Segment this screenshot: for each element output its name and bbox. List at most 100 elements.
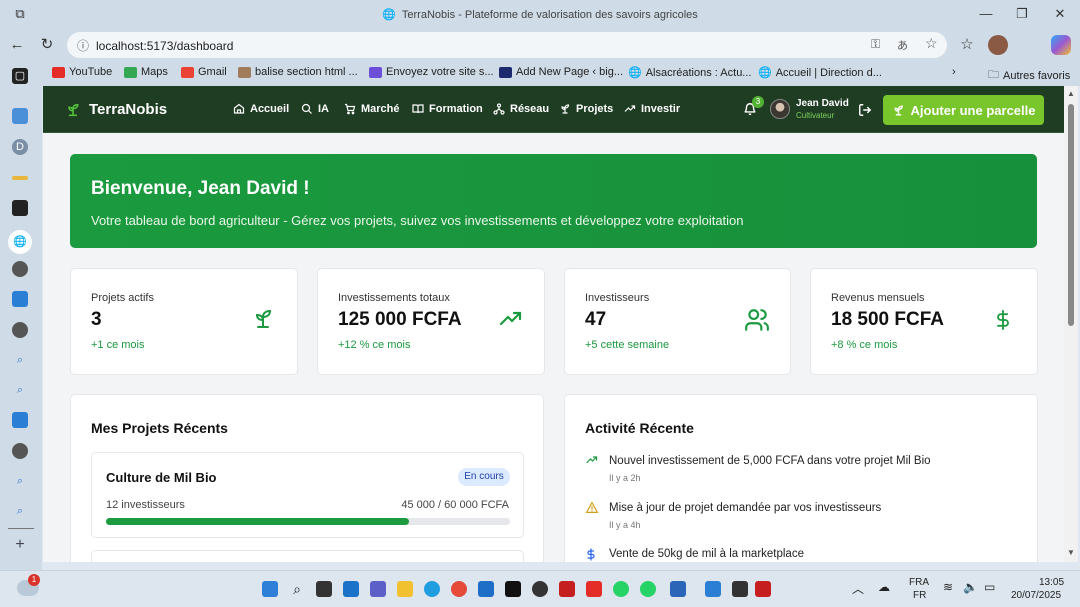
globe-icon: 🌐 xyxy=(382,9,396,21)
site-info-icon[interactable]: ⓘ xyxy=(77,37,89,54)
brand-logo[interactable]: TerraNobis xyxy=(65,101,167,118)
terminal-icon[interactable] xyxy=(12,200,28,216)
add-icon[interactable]: + xyxy=(12,537,28,553)
task-view-icon[interactable] xyxy=(316,581,332,597)
favorites-icon[interactable]: ☆ xyxy=(958,36,976,54)
netflix-icon[interactable] xyxy=(559,581,575,597)
terminal-icon[interactable] xyxy=(732,581,748,597)
search-icon[interactable]: ⌕ xyxy=(289,581,305,597)
back-icon[interactable]: ← xyxy=(8,36,26,54)
tabs-icon[interactable]: ▢ xyxy=(12,68,28,84)
whatsapp-icon[interactable] xyxy=(613,581,629,597)
search-icon[interactable]: ⌕ xyxy=(12,503,28,519)
clock-date[interactable]: 20/07/2025 xyxy=(1011,590,1061,601)
scrollbar-thumb[interactable] xyxy=(1068,104,1074,326)
edge-icon[interactable] xyxy=(424,581,440,597)
trending-up-icon xyxy=(499,311,522,326)
activity-time: Il y a 2h xyxy=(609,473,641,483)
outlook-icon[interactable] xyxy=(343,581,359,597)
copilot-icon[interactable] xyxy=(1051,35,1071,55)
drive-icon[interactable] xyxy=(12,108,28,124)
activity-text: Mise à jour de projet demandée par vos i… xyxy=(609,502,882,514)
project-card[interactable] xyxy=(91,550,524,562)
teams-icon[interactable] xyxy=(370,581,386,597)
project-name: Culture de Mil Bio xyxy=(106,470,217,485)
user-avatar[interactable] xyxy=(770,99,790,119)
chatgpt-icon[interactable] xyxy=(532,581,548,597)
nav-projets[interactable]: Projets xyxy=(559,103,613,115)
nav-reseau[interactable]: Réseau xyxy=(493,103,549,115)
divider xyxy=(8,528,34,529)
bookmark-add-new-page[interactable]: Add New Page ‹ big... xyxy=(499,66,623,78)
search-icon[interactable]: ⌕ xyxy=(12,473,28,489)
bookmark-youtube[interactable]: YouTube xyxy=(52,66,112,78)
nav-investir[interactable]: Investir xyxy=(624,103,680,115)
keyboard-layout[interactable]: FR xyxy=(913,590,926,601)
project-card[interactable]: Culture de Mil Bio En cours 12 investiss… xyxy=(91,452,524,538)
recent-activity-panel: Activité Récente Nouvel investissement d… xyxy=(564,394,1038,562)
logout-icon[interactable] xyxy=(858,103,872,117)
nav-formation[interactable]: Formation xyxy=(412,103,483,115)
vscode-icon[interactable] xyxy=(12,291,28,307)
address-bar[interactable]: ⓘ localhost:5173/dashboard ⚿ あ ☆ xyxy=(67,32,947,58)
minimize-button[interactable]: — xyxy=(978,6,994,22)
wifi-icon[interactable]: ≋ xyxy=(943,580,953,594)
stat-value: 18 500 FCFA xyxy=(831,309,944,330)
stat-card-investors: Investisseurs 47 +5 cette semaine xyxy=(564,268,791,375)
github-icon[interactable] xyxy=(12,443,28,459)
page-scrollbar[interactable]: ▲ ▼ xyxy=(1064,86,1078,562)
file-explorer-icon[interactable] xyxy=(397,581,413,597)
close-window-button[interactable]: ✕ xyxy=(1052,6,1068,22)
app-icon[interactable] xyxy=(670,581,686,597)
mcafee-icon[interactable] xyxy=(755,581,771,597)
add-parcel-button[interactable]: Ajouter une parcelle xyxy=(883,95,1044,125)
bookmark-other-favorites[interactable]: 🗀 Autres favoris xyxy=(988,66,1070,85)
bookmark-alsacreations[interactable]: 🌐 Alsacréations : Actu... xyxy=(628,66,751,80)
bookmark-envoyez[interactable]: Envoyez votre site s... xyxy=(369,66,494,78)
vscode-icon[interactable] xyxy=(705,581,721,597)
scroll-down-icon[interactable]: ▼ xyxy=(1067,548,1075,557)
d-app-icon[interactable]: D xyxy=(12,139,28,155)
bookmark-gmail[interactable]: Gmail xyxy=(181,66,227,78)
youtube-icon[interactable] xyxy=(586,581,602,597)
volume-icon[interactable]: 🔈 xyxy=(963,580,978,594)
reload-icon[interactable]: ↻ xyxy=(38,36,56,54)
github-icon[interactable] xyxy=(12,322,28,338)
nav-accueil[interactable]: Accueil xyxy=(233,103,289,115)
bookmark-balise-section[interactable]: balise section html ... xyxy=(238,66,358,78)
search-icon xyxy=(301,103,312,114)
bookmark-maps[interactable]: Maps xyxy=(124,66,168,78)
app-icon[interactable] xyxy=(12,176,28,180)
maximize-button[interactable]: ❐ xyxy=(1014,6,1030,22)
nav-ia[interactable]: IA xyxy=(301,103,329,115)
sprout-icon xyxy=(255,309,272,328)
search-icon[interactable]: ⌕ xyxy=(12,382,28,398)
progress-bar xyxy=(106,518,510,525)
bookmarks-more-chevron-icon[interactable]: › xyxy=(952,66,956,78)
battery-icon[interactable]: ▭ xyxy=(984,580,995,594)
start-icon[interactable] xyxy=(262,581,278,597)
scroll-up-icon[interactable]: ▲ xyxy=(1067,89,1075,98)
github-icon[interactable] xyxy=(12,261,28,277)
language-indicator[interactable]: FRA xyxy=(909,577,929,588)
home-icon xyxy=(233,103,245,114)
dollar-icon xyxy=(997,309,1009,331)
tiktok-icon[interactable] xyxy=(505,581,521,597)
profile-avatar[interactable] xyxy=(988,35,1008,55)
translate-icon[interactable]: あ xyxy=(897,37,908,53)
nav-marche[interactable]: Marché xyxy=(344,103,400,115)
chrome-icon[interactable] xyxy=(451,581,467,597)
user-name: Jean David xyxy=(796,98,849,109)
recent-projects-panel: Mes Projets Récents Culture de Mil Bio E… xyxy=(70,394,544,562)
key-icon[interactable]: ⚿ xyxy=(871,37,880,52)
store-icon[interactable] xyxy=(478,581,494,597)
search-icon[interactable]: ⌕ xyxy=(12,352,28,368)
whatsapp-icon[interactable] xyxy=(640,581,656,597)
globe-icon[interactable]: 🌐 xyxy=(8,230,32,254)
chevron-up-icon[interactable]: ︿ xyxy=(852,580,864,597)
network-off-icon[interactable]: ☁ xyxy=(878,580,890,594)
clock-time[interactable]: 13:05 xyxy=(1039,577,1064,588)
bookmark-direction[interactable]: 🌐 Accueil | Direction d... xyxy=(758,66,882,80)
vscode-icon[interactable] xyxy=(12,412,28,428)
favorite-star-icon[interactable]: ☆ xyxy=(925,35,938,52)
